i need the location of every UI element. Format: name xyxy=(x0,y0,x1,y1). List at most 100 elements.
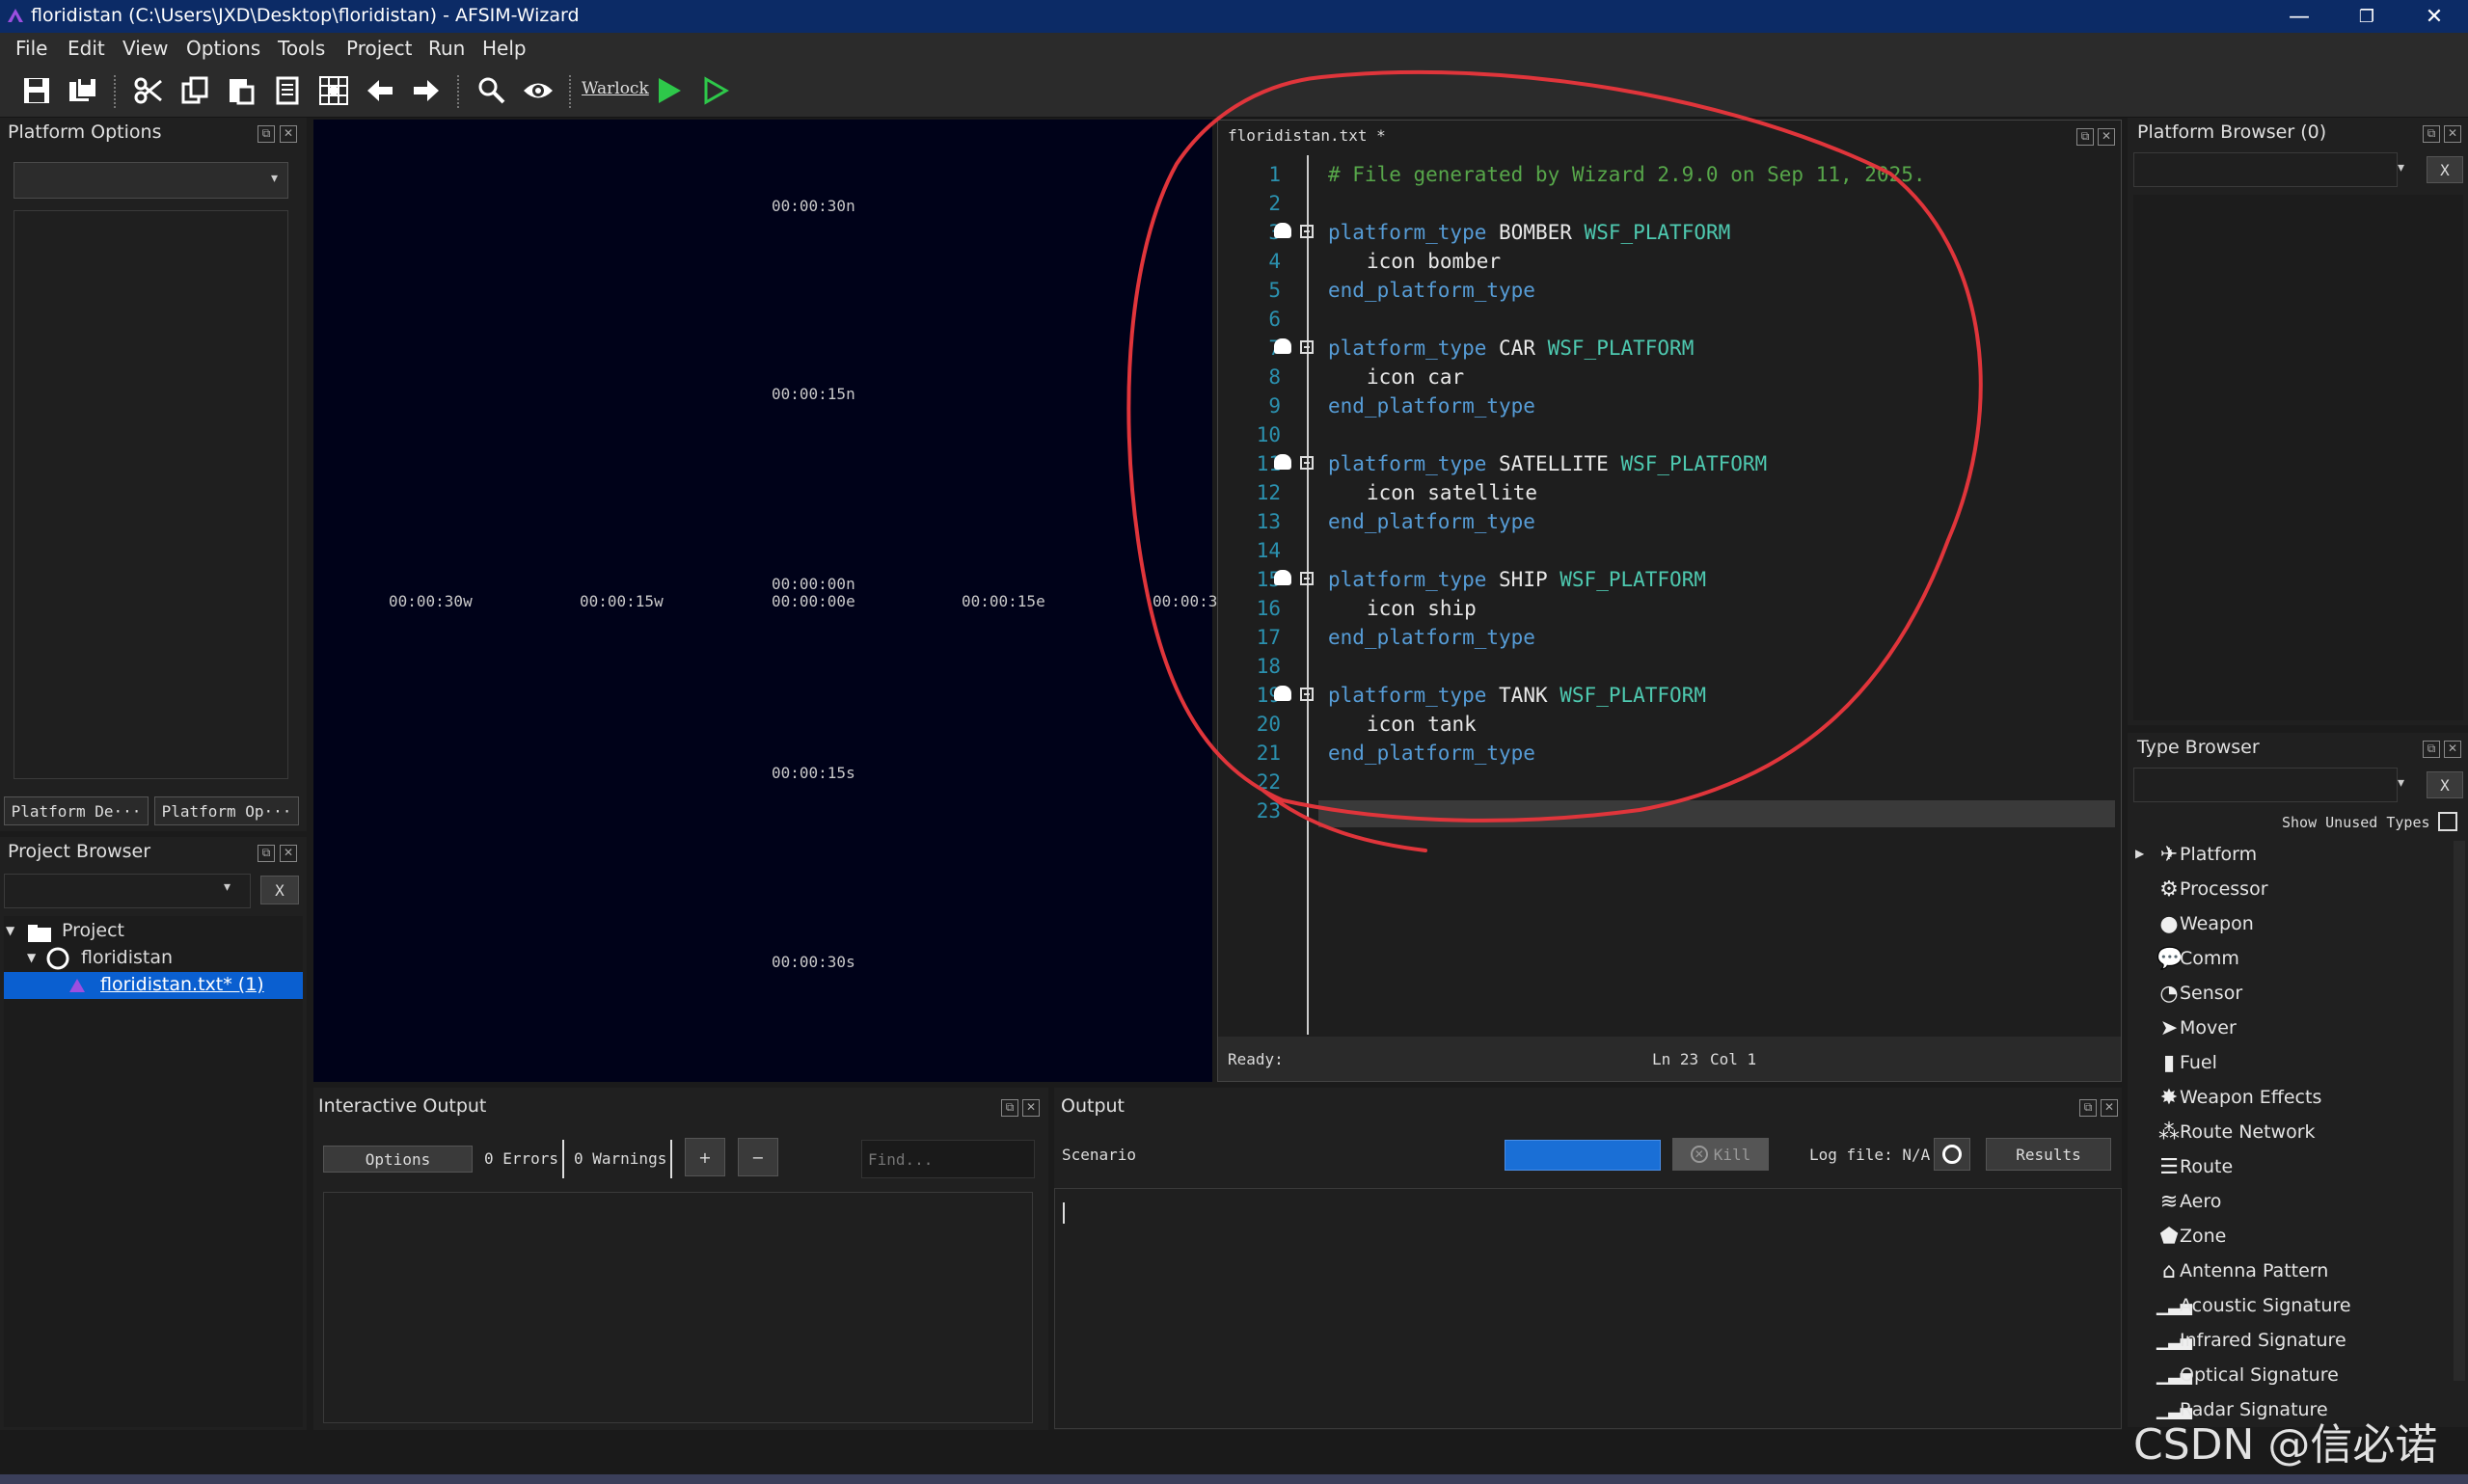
menu-tools[interactable]: Tools xyxy=(278,37,325,60)
interactive-output-area[interactable] xyxy=(323,1192,1033,1423)
zoom-in-button[interactable]: + xyxy=(685,1138,725,1176)
float-icon[interactable]: ⧉ xyxy=(2076,128,2094,146)
menu-help[interactable]: Help xyxy=(482,37,527,60)
type-item-route-network[interactable]: Route Network xyxy=(2180,1121,2316,1143)
clear-filter-button[interactable]: X xyxy=(2427,156,2463,183)
code-line-end[interactable]: end_platform_type xyxy=(1328,742,1535,765)
type-item-weapon-effects[interactable]: Weapon Effects xyxy=(2180,1087,2321,1108)
type-item-infrared-signature[interactable]: Infrared Signature xyxy=(2180,1330,2346,1351)
errors-count[interactable]: 0 Errors xyxy=(484,1149,558,1168)
find-input[interactable] xyxy=(861,1140,1035,1178)
chevron-down-icon[interactable]: ▾ xyxy=(2398,160,2404,175)
close-icon[interactable]: ✕ xyxy=(2098,128,2115,146)
expand-arrow-icon[interactable]: ▼ xyxy=(27,951,36,964)
fold-toggle-icon[interactable] xyxy=(1300,340,1314,354)
code-line-icon[interactable]: icon bomber xyxy=(1367,250,1501,273)
tab-platform-details[interactable]: Platform De··· xyxy=(4,796,149,825)
code-line-icon[interactable]: icon car xyxy=(1367,365,1464,389)
type-item-sensor[interactable]: Sensor xyxy=(2180,983,2242,1004)
menu-run[interactable]: Run xyxy=(428,37,465,60)
fold-toggle-icon[interactable] xyxy=(1300,572,1314,585)
kill-button[interactable]: ✕ Kill xyxy=(1672,1138,1769,1171)
save-icon[interactable] xyxy=(19,73,54,108)
forward-arrow-icon[interactable] xyxy=(409,73,444,108)
map-view[interactable]: 00:00:30n 00:00:15n 00:00:00n 00:00:00e … xyxy=(313,120,1217,1082)
warnings-count[interactable]: 0 Warnings xyxy=(574,1149,666,1168)
type-item-platform[interactable]: Platform xyxy=(2180,844,2257,865)
close-icon[interactable]: ✕ xyxy=(2444,125,2461,143)
minimize-button[interactable]: — xyxy=(2265,0,2333,33)
close-button[interactable]: ✕ xyxy=(2400,0,2468,33)
close-icon[interactable]: ✕ xyxy=(2444,741,2461,758)
type-item-weapon[interactable]: Weapon xyxy=(2180,913,2254,934)
type-item-fuel[interactable]: Fuel xyxy=(2180,1052,2217,1073)
fold-toggle-icon[interactable] xyxy=(1300,688,1314,701)
code-comment[interactable]: # File generated by Wizard 2.9.0 on Sep … xyxy=(1328,163,1926,186)
title-bar[interactable]: floridistan (C:\Users\JXD\Desktop\florid… xyxy=(0,0,2468,33)
clear-filter-button[interactable]: X xyxy=(260,876,299,904)
clear-filter-button[interactable]: X xyxy=(2427,771,2463,798)
menu-project[interactable]: Project xyxy=(346,37,412,60)
type-item-zone[interactable]: Zone xyxy=(2180,1226,2226,1247)
type-item-processor[interactable]: Processor xyxy=(2180,878,2268,900)
type-filter-input[interactable] xyxy=(2133,768,2398,802)
code-line-platform-type[interactable]: platform_type SATELLITE WSF_PLATFORM xyxy=(1328,452,1767,475)
type-item-mover[interactable]: Mover xyxy=(2180,1017,2237,1039)
close-icon[interactable]: ✕ xyxy=(2101,1099,2118,1117)
restore-button[interactable]: ❐ xyxy=(2333,0,2400,33)
tree-item-floridistan[interactable]: floridistan xyxy=(81,947,173,968)
code-line-icon[interactable]: icon tank xyxy=(1367,713,1477,736)
run-outline-icon[interactable] xyxy=(698,73,733,108)
chevron-down-icon[interactable]: ▾ xyxy=(2398,775,2404,791)
options-button[interactable]: Options xyxy=(323,1146,473,1173)
code-line-platform-type[interactable]: platform_type TANK WSF_PLATFORM xyxy=(1328,684,1706,707)
code-line-platform-type[interactable]: platform_type SHIP WSF_PLATFORM xyxy=(1328,568,1706,591)
menu-edit[interactable]: Edit xyxy=(68,37,105,60)
expand-arrow-icon[interactable]: ▶ xyxy=(2135,847,2144,860)
warlock-button[interactable]: Warlock xyxy=(582,79,649,98)
eye-icon[interactable] xyxy=(521,73,556,108)
platform-select[interactable]: ▾ xyxy=(14,162,288,199)
type-item-optical-signature[interactable]: Optical Signature xyxy=(2180,1364,2339,1386)
map-grid-icon[interactable] xyxy=(316,73,351,108)
float-icon[interactable]: ⧉ xyxy=(2423,125,2440,143)
code-line-platform-type[interactable]: platform_type CAR WSF_PLATFORM xyxy=(1328,337,1694,360)
expand-arrow-icon[interactable]: ▼ xyxy=(6,924,14,937)
type-item-acoustic-signature[interactable]: Acoustic Signature xyxy=(2180,1295,2351,1316)
code-line-end[interactable]: end_platform_type xyxy=(1328,279,1535,302)
open-log-button[interactable] xyxy=(1934,1138,1970,1171)
code-line-end[interactable]: end_platform_type xyxy=(1328,510,1535,533)
close-icon[interactable]: ✕ xyxy=(1022,1099,1040,1117)
save-all-icon[interactable] xyxy=(66,73,100,108)
platform-filter-input[interactable] xyxy=(2133,152,2398,187)
tree-item-file-selected[interactable]: floridistan.txt* (1) xyxy=(4,972,303,999)
show-unused-checkbox[interactable] xyxy=(2438,812,2457,831)
code-line-icon[interactable]: icon satellite xyxy=(1367,481,1537,504)
code-line-end[interactable]: end_platform_type xyxy=(1328,394,1535,418)
float-icon[interactable]: ⧉ xyxy=(1001,1099,1018,1117)
code-line-end[interactable]: end_platform_type xyxy=(1328,626,1535,649)
menu-options[interactable]: Options xyxy=(186,37,260,60)
cut-icon[interactable] xyxy=(131,73,166,108)
scrollbar[interactable] xyxy=(2454,841,2465,1381)
find-icon[interactable] xyxy=(475,73,509,108)
editor-tab[interactable]: floridistan.txt * xyxy=(1228,126,1386,145)
float-icon[interactable]: ⧉ xyxy=(2423,741,2440,758)
code-line-icon[interactable]: icon ship xyxy=(1367,597,1477,620)
type-item-aero[interactable]: Aero xyxy=(2180,1191,2221,1212)
type-item-route[interactable]: Route xyxy=(2180,1156,2233,1177)
back-arrow-icon[interactable] xyxy=(363,73,397,108)
paste-icon[interactable] xyxy=(224,73,258,108)
close-icon[interactable]: ✕ xyxy=(280,845,297,862)
run-icon[interactable] xyxy=(652,73,687,108)
close-icon[interactable]: ✕ xyxy=(280,125,297,143)
document-icon[interactable] xyxy=(270,73,305,108)
results-button[interactable]: Results xyxy=(1986,1138,2111,1171)
float-icon[interactable]: ⧉ xyxy=(258,845,275,862)
tab-platform-options[interactable]: Platform Op··· xyxy=(154,796,299,825)
chevron-down-icon[interactable]: ▾ xyxy=(224,879,231,895)
type-item-comm[interactable]: Comm xyxy=(2180,948,2239,969)
tree-item-project[interactable]: Project xyxy=(62,920,124,941)
fold-toggle-icon[interactable] xyxy=(1300,456,1314,470)
menu-view[interactable]: View xyxy=(122,37,168,60)
